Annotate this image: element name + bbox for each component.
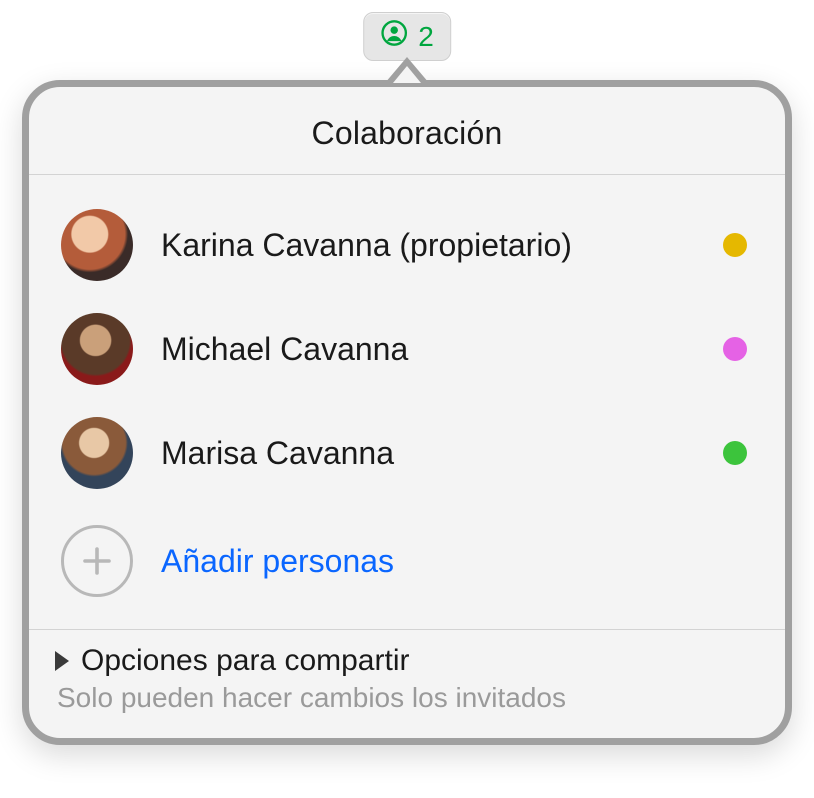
popover-arrow (385, 57, 429, 83)
participant-row[interactable]: Karina Cavanna (propietario) (55, 193, 759, 297)
participant-name: Michael Cavanna (161, 331, 695, 368)
participant-name: Marisa Cavanna (161, 435, 695, 472)
collaboration-popover: Colaboración Karina Cavanna (propietario… (22, 80, 792, 745)
add-people-label: Añadir personas (161, 543, 394, 580)
plus-icon (61, 525, 133, 597)
collaboration-badge[interactable]: 2 (363, 12, 451, 61)
share-options-section: Opciones para compartir Solo pueden hace… (29, 630, 785, 738)
share-options-title: Opciones para compartir (81, 644, 409, 678)
presence-dot (723, 441, 747, 465)
presence-dot (723, 337, 747, 361)
participant-row[interactable]: Michael Cavanna (55, 297, 759, 401)
avatar (61, 417, 133, 489)
share-options-toggle[interactable]: Opciones para compartir (55, 644, 759, 678)
participants-list: Karina Cavanna (propietario) Michael Cav… (29, 175, 785, 629)
avatar (61, 313, 133, 385)
add-people-button[interactable]: Añadir personas (55, 505, 759, 623)
chevron-right-icon (55, 651, 69, 671)
participant-row[interactable]: Marisa Cavanna (55, 401, 759, 505)
avatar (61, 209, 133, 281)
collaboration-count: 2 (418, 21, 434, 53)
person-icon (380, 19, 408, 54)
presence-dot (723, 233, 747, 257)
share-options-subtitle: Solo pueden hacer cambios los invitados (55, 678, 759, 714)
popover-title: Colaboración (29, 87, 785, 174)
participant-name: Karina Cavanna (propietario) (161, 227, 695, 264)
